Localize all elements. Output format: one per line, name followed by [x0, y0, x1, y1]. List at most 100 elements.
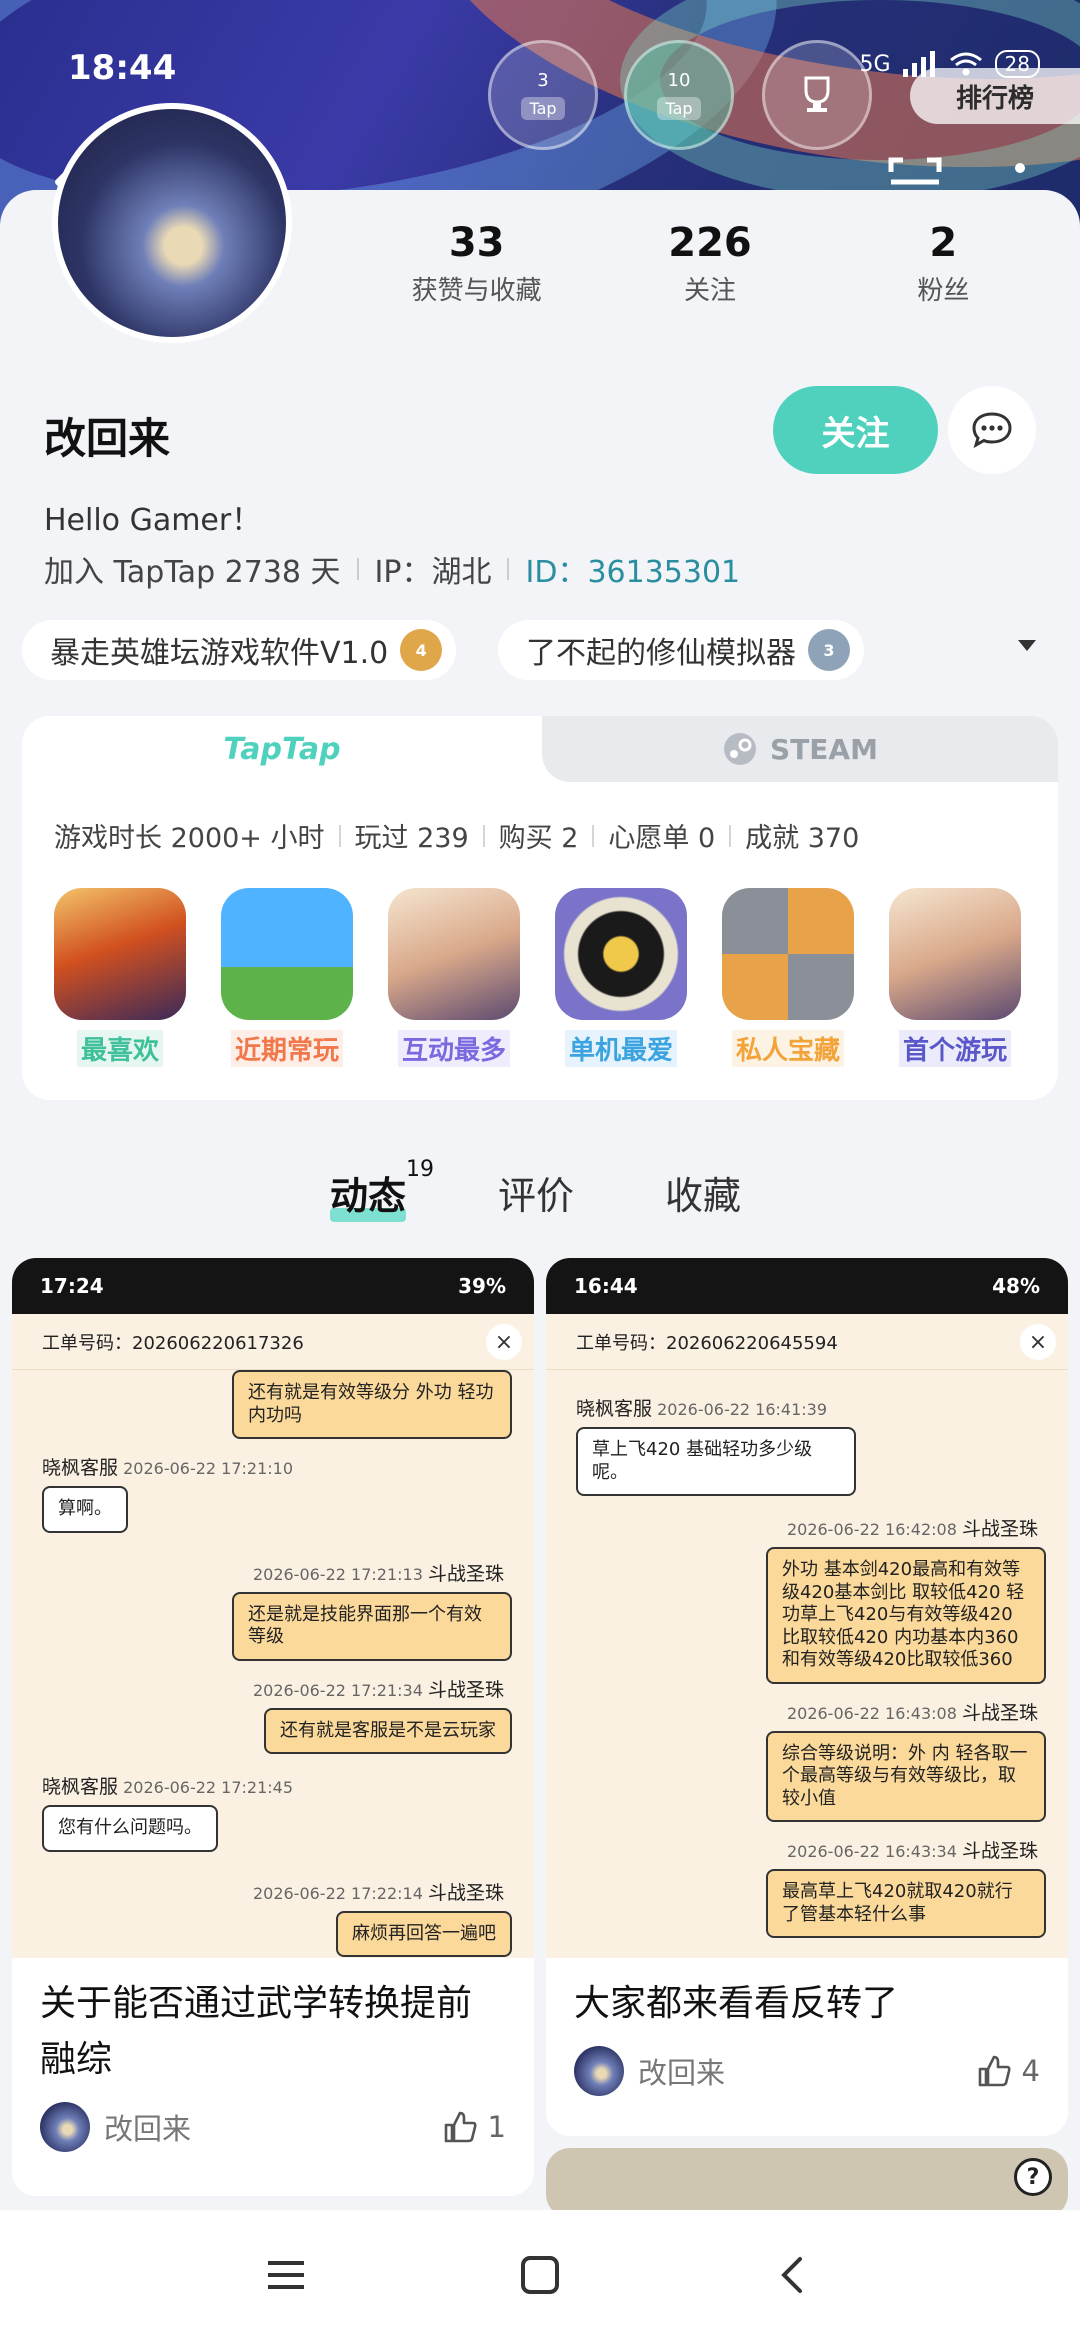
play-time[interactable]: 游戏时长 2000+ 小时	[54, 816, 325, 855]
screenshot-battery: 39%	[458, 1274, 506, 1298]
message-time: 2026-06-22 17:21:34	[252, 1680, 423, 1700]
ranking-button[interactable]: 排行榜	[910, 68, 1080, 124]
game-recent[interactable]: 近期常玩	[221, 888, 353, 1067]
stat-followers[interactable]: 2 粉丝	[827, 220, 1060, 307]
game-label: 私人宝藏	[731, 1030, 844, 1067]
sender-name: 晓枫客服	[42, 1457, 119, 1479]
user-id[interactable]: ID：36135301	[525, 547, 740, 591]
stat-value: 2	[929, 220, 958, 266]
stat-label: 关注	[683, 276, 736, 306]
chat-bubble: 还是就是技能界面那一个有效等级	[232, 1591, 512, 1661]
like-button[interactable]: 4	[976, 2053, 1040, 2089]
game-icon	[388, 888, 520, 1020]
sender-name: 斗战圣珠	[427, 1678, 504, 1701]
user-id-label: ID：	[525, 555, 588, 590]
game-label: 单机最爱	[564, 1030, 677, 1067]
purchase-count[interactable]: 购买 2	[499, 816, 579, 855]
sender-name: 晓枫客服	[576, 1398, 653, 1420]
avatar[interactable]	[52, 103, 292, 343]
play-stats: 游戏时长 2000+ 小时 玩过 239 购买 2 心愿单 0 成就 370	[54, 816, 859, 855]
chevron-down-icon[interactable]	[1018, 640, 1036, 651]
wishlist-count[interactable]: 心愿单 0	[608, 816, 715, 855]
message-time: 2026-06-22 17:22:14	[252, 1883, 423, 1903]
bio-text: Hello Gamer！	[44, 503, 262, 538]
game-tag[interactable]: 暴走英雄坛游戏软件V1.0 4	[22, 620, 457, 680]
post-card[interactable]: ?	[546, 2148, 1068, 2218]
game-stats-card: TapTap STEAM 游戏时长 2000+ 小时 玩过 239 购买 2 心…	[22, 716, 1058, 1100]
game-single-player[interactable]: 单机最爱	[555, 888, 687, 1067]
message-time: 2026-06-22 16:41:39	[657, 1400, 828, 1419]
status-time: 18:44	[68, 48, 177, 88]
post-card[interactable]: 16:44 48% 工单号码：202606220645594 × 晓枫客服 20…	[546, 1258, 1068, 2136]
like-button[interactable]: 1	[442, 2109, 506, 2145]
tab-taptap[interactable]: TapTap	[22, 716, 542, 782]
tab-posts[interactable]: 动态 19	[330, 1157, 434, 1222]
tab-label: 动态	[330, 1174, 407, 1218]
trophy-medal-badge[interactable]	[762, 40, 872, 150]
medal-level: 10	[667, 70, 691, 91]
game-tag[interactable]: 了不起的修仙模拟器 3	[498, 620, 864, 680]
post-card[interactable]: 17:24 39% 工单号码：202606220617326 × 还有就是有效等…	[12, 1258, 534, 2196]
achievement-count[interactable]: 成就 370	[745, 816, 859, 855]
follow-button[interactable]: 关注	[773, 386, 938, 474]
chat-bubble: 还有就是客服是不是云玩家	[264, 1707, 512, 1754]
level-value: 4	[415, 640, 427, 660]
back-icon[interactable]	[772, 2253, 816, 2297]
screenshot-status-bar: 16:44 48%	[546, 1258, 1068, 1314]
menu-icon[interactable]	[264, 2255, 308, 2295]
game-first-played[interactable]: 首个游玩	[889, 888, 1021, 1067]
tab-count: 19	[406, 1157, 435, 1182]
ip-location: IP：湖北	[374, 555, 492, 590]
divider	[507, 558, 510, 580]
tab-favorites[interactable]: 收藏	[665, 1165, 741, 1220]
divider	[729, 824, 732, 847]
chat-bubble: 麻烦再回答一遍吧	[336, 1910, 512, 1957]
post-footer: 改回来 4	[546, 2032, 1068, 2096]
chat-bubble: 算啊。	[42, 1486, 128, 1533]
chat-bubble: 还有就是有效等级分 外功 轻功 内功吗	[232, 1370, 512, 1439]
author-avatar[interactable]	[40, 2101, 90, 2152]
stat-following[interactable]: 226 关注	[593, 220, 826, 307]
message-time: 2026-06-22 16:43:08	[786, 1703, 957, 1723]
medal-tap-label: Tap	[657, 97, 701, 120]
tab-steam-label: STEAM	[770, 732, 878, 766]
close-icon: ×	[486, 1324, 522, 1360]
level-value: 3	[823, 640, 835, 660]
profile-meta: 加入 TapTap 2738 天 IP：湖北 ID：36135301	[44, 547, 740, 591]
author-name[interactable]: 改回来	[104, 2106, 442, 2148]
game-icon	[54, 888, 186, 1020]
stat-likes[interactable]: 33 获赞与收藏	[360, 220, 593, 307]
profile-stats: 33 获赞与收藏 226 关注 2 粉丝	[360, 220, 1060, 307]
game-label: 最喜欢	[76, 1030, 163, 1067]
user-id-value: 36135301	[587, 555, 741, 590]
divider	[356, 558, 359, 580]
featured-games: 最喜欢 近期常玩 互动最多 单机最爱 私人宝藏 首个游玩	[54, 888, 1021, 1067]
chat-bubble: 综合等级说明：外 内 轻各取一个最高等级与有效等级比，取较小值	[766, 1730, 1046, 1822]
sender-name: 斗战圣珠	[961, 1701, 1038, 1724]
played-count[interactable]: 玩过 239	[355, 816, 469, 855]
thumbs-up-icon	[444, 2111, 477, 2142]
ticket-number: 工单号码：202606220645594	[546, 1314, 1068, 1370]
post-image: 16:44 48% 工单号码：202606220645594 × 晓枫客服 20…	[546, 1258, 1068, 1958]
chat-bubble-icon	[972, 412, 1012, 449]
medal-badge[interactable]: 3 Tap	[488, 40, 598, 150]
game-most-interaction[interactable]: 互动最多	[388, 888, 520, 1067]
author-avatar[interactable]	[574, 2045, 624, 2096]
tab-steam[interactable]: STEAM	[542, 716, 1058, 782]
level-badge-icon: 3	[808, 629, 850, 671]
tab-reviews[interactable]: 评价	[498, 1165, 574, 1220]
game-label: 近期常玩	[230, 1030, 343, 1067]
game-icon	[221, 888, 353, 1020]
message-button[interactable]	[948, 386, 1036, 474]
post-title[interactable]: 关于能否通过武学转换提前融综	[12, 1958, 534, 2088]
game-private-treasure[interactable]: 私人宝藏	[722, 888, 854, 1067]
like-count: 1	[487, 2109, 506, 2144]
medal-badge[interactable]: 10 Tap	[624, 40, 734, 150]
home-icon[interactable]	[518, 2253, 562, 2297]
system-nav-bar	[0, 2210, 1080, 2339]
author-name[interactable]: 改回来	[638, 2050, 976, 2092]
post-title[interactable]: 大家都来看看反转了	[546, 1958, 1068, 2032]
game-favorite[interactable]: 最喜欢	[54, 888, 186, 1067]
message-time: 2026-06-22 17:21:13	[252, 1564, 423, 1584]
steam-icon	[724, 733, 757, 765]
